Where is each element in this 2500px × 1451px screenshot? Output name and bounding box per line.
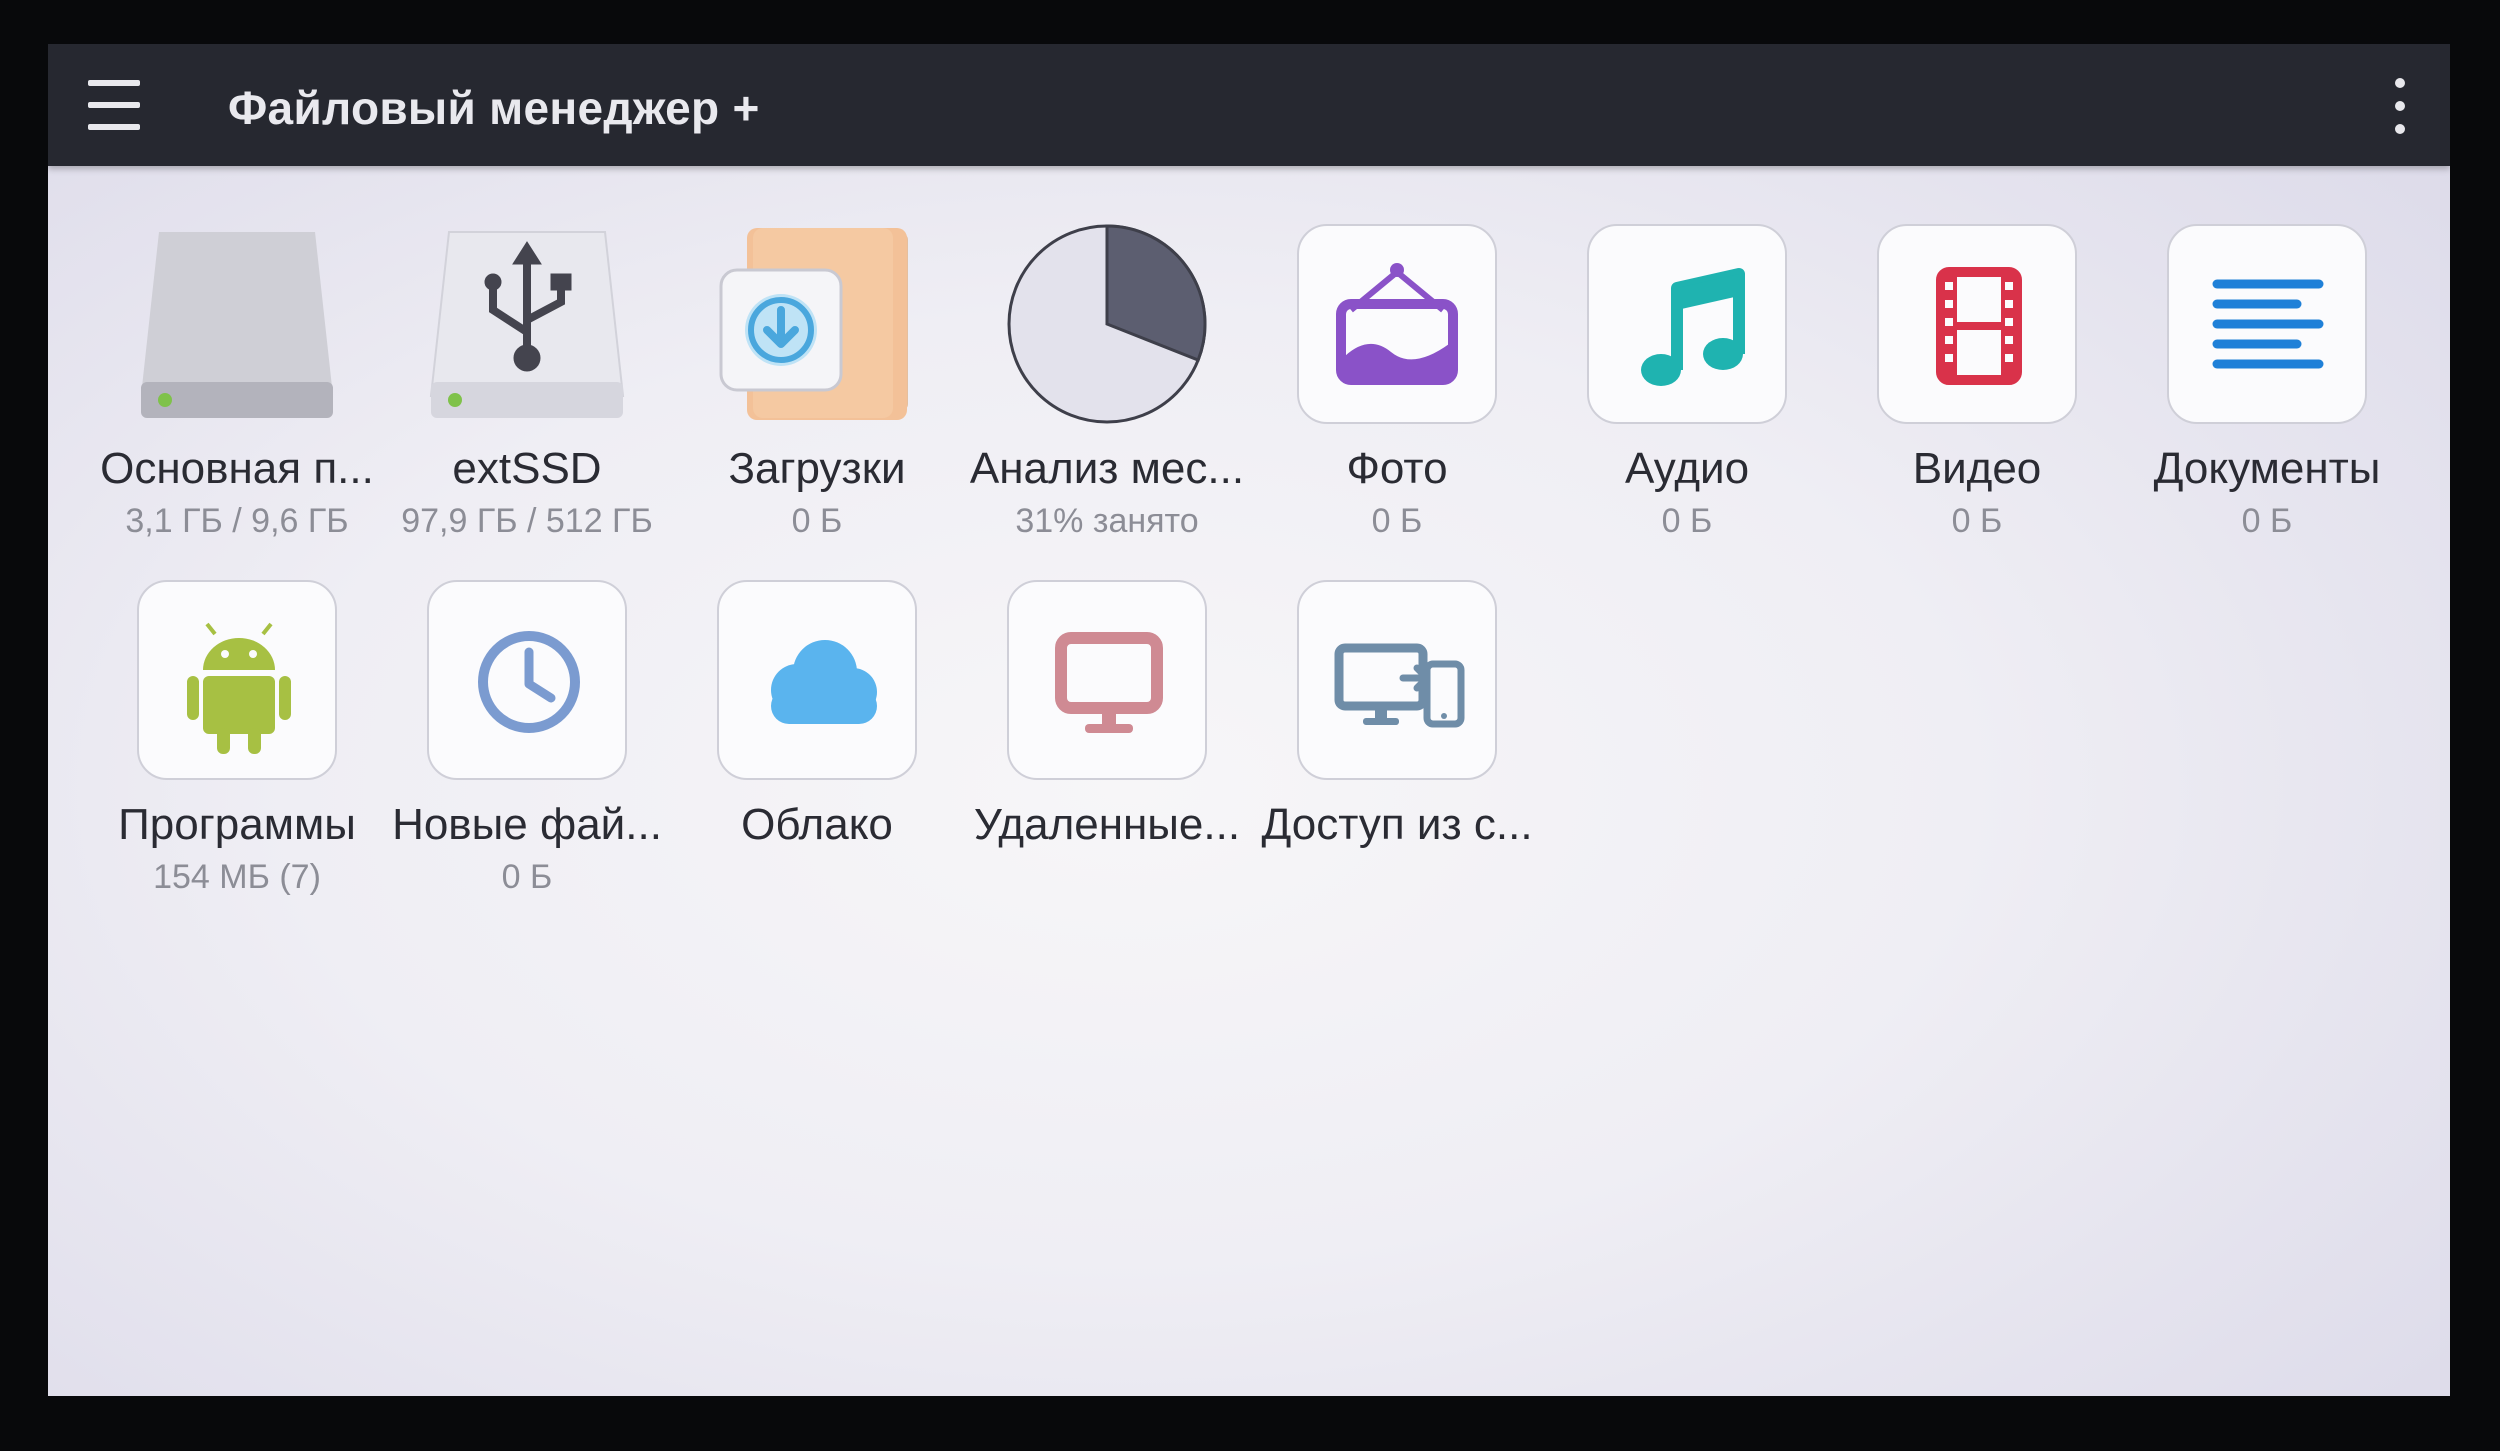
storage-analysis-pie-icon	[1007, 224, 1207, 424]
tile-label: Загрузки	[728, 444, 906, 493]
tile-subtitle: 0 Б	[501, 858, 553, 896]
tile-subtitle: 0 Б	[1661, 502, 1713, 540]
tile-subtitle: 3,1 ГБ / 9,6 ГБ	[125, 502, 349, 540]
usb-drive-icon	[427, 224, 627, 424]
cloud-icon	[717, 580, 917, 780]
tile-subtitle: 31% занято	[1015, 502, 1199, 540]
tile-internal-storage[interactable]: Основная п... 3,1 ГБ / 9,6 ГБ	[92, 224, 382, 554]
tile-network-access[interactable]: Доступ из с...	[1252, 580, 1542, 910]
tile-label: Новые фай...	[392, 800, 662, 849]
film-strip-icon	[1877, 224, 2077, 424]
tile-label: extSSD	[452, 444, 602, 493]
tile-subtitle: 0 Б	[1371, 502, 1423, 540]
tile-storage-analysis[interactable]: Анализ мес... 31% занято	[962, 224, 1252, 554]
tile-apps[interactable]: Программы 154 МБ (7)	[92, 580, 382, 910]
photo-frame-icon	[1297, 224, 1497, 424]
tile-label: Облако	[741, 800, 893, 849]
tile-downloads[interactable]: Загрузки 0 Б	[672, 224, 962, 554]
tile-label: Фото	[1346, 444, 1448, 493]
tile-label: Программы	[118, 800, 356, 849]
tile-label: Удаленные...	[973, 800, 1241, 849]
tile-label: Документы	[2153, 444, 2381, 493]
clock-icon	[427, 580, 627, 780]
tile-label: Анализ мес...	[969, 444, 1245, 493]
internal-storage-icon	[137, 224, 337, 424]
tile-subtitle: 97,9 ГБ / 512 ГБ	[401, 502, 653, 540]
screen: Файловый менеджер + Основная п... 3,1 ГБ…	[48, 44, 2450, 1396]
tile-recent-files[interactable]: Новые фай... 0 Б	[382, 580, 672, 910]
tile-remote[interactable]: Удаленные...	[962, 580, 1252, 910]
tile-extssd[interactable]: extSSD 97,9 ГБ / 512 ГБ	[382, 224, 672, 554]
document-lines-icon	[2167, 224, 2367, 424]
tile-label: Доступ из с...	[1261, 800, 1533, 849]
tile-subtitle: 0 Б	[2241, 502, 2293, 540]
music-note-icon	[1587, 224, 1787, 424]
tile-subtitle: 0 Б	[1951, 502, 2003, 540]
tile-subtitle: 0 Б	[791, 502, 843, 540]
tile-cloud[interactable]: Облако	[672, 580, 962, 910]
tile-label: Аудио	[1624, 444, 1750, 493]
monitor-icon	[1007, 580, 1207, 780]
downloads-folder-icon	[717, 224, 917, 424]
tile-photo[interactable]: Фото 0 Б	[1252, 224, 1542, 554]
tile-label: Видео	[1912, 444, 2042, 493]
tile-label: Основная п...	[100, 444, 374, 493]
tile-documents[interactable]: Документы 0 Б	[2122, 224, 2412, 554]
tile-subtitle: 154 МБ (7)	[153, 858, 321, 896]
category-grid: Основная п... 3,1 ГБ / 9,6 ГБ extSSD 97,…	[48, 44, 2450, 1396]
tile-video[interactable]: Видео 0 Б	[1832, 224, 2122, 554]
pc-to-phone-icon	[1297, 580, 1497, 780]
tile-audio[interactable]: Аудио 0 Б	[1542, 224, 1832, 554]
android-icon	[137, 580, 337, 780]
